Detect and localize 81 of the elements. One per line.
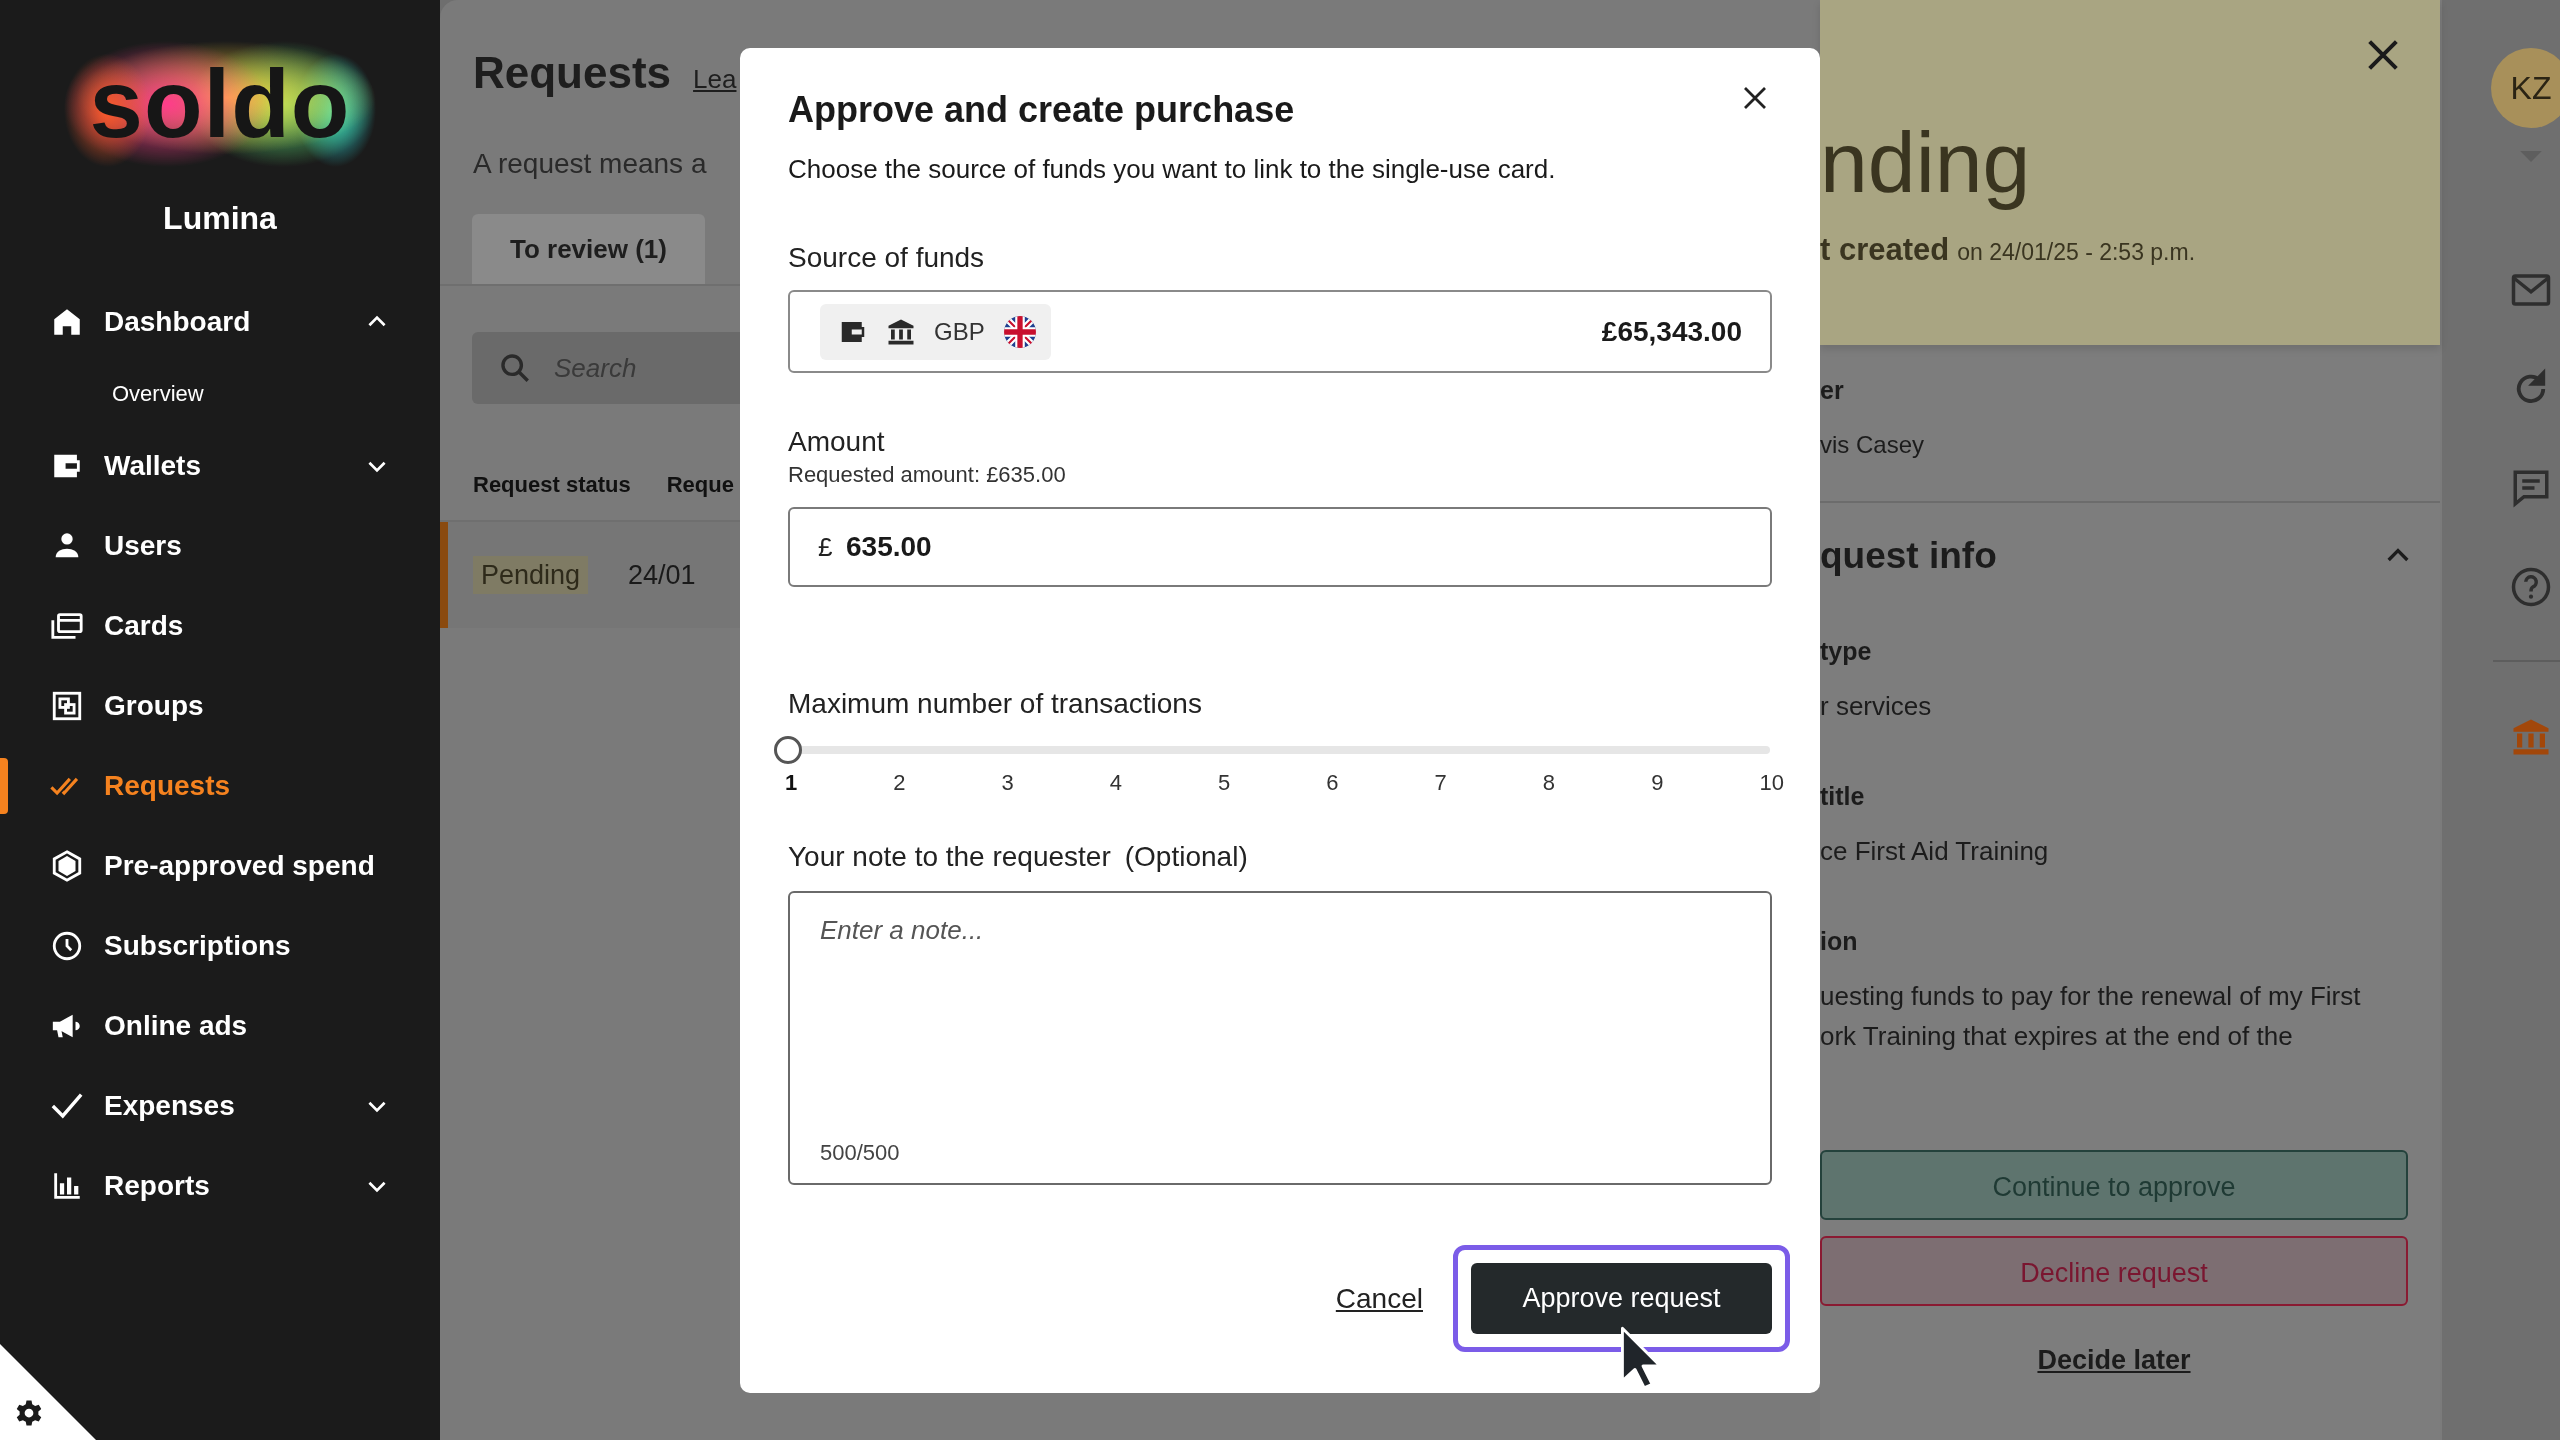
tick-label: 4 bbox=[1109, 769, 1123, 797]
nav-item[interactable]: Reports bbox=[0, 1146, 440, 1226]
field-value: r services bbox=[1820, 690, 1933, 723]
field-value: ce First Aid Training bbox=[1820, 835, 2050, 868]
nav-label: Pre-approved spend bbox=[104, 850, 376, 882]
cancel-link[interactable]: Cancel bbox=[1335, 1282, 1423, 1315]
field-label: type bbox=[1820, 636, 1873, 667]
currency-code: GBP bbox=[934, 317, 985, 346]
nav-item[interactable]: Online ads bbox=[0, 986, 440, 1066]
section-title: quest info bbox=[1820, 535, 1997, 577]
optional-label: (Optional) bbox=[1124, 840, 1248, 874]
status-title: nding bbox=[1820, 113, 2032, 212]
balance: £65,343.00 bbox=[1601, 315, 1742, 348]
field-hint: Requested amount: £635.00 bbox=[788, 461, 1067, 489]
created-date: on 24/01/25 - 2:53 p.m. bbox=[1957, 239, 2196, 265]
currency-symbol: £ bbox=[818, 531, 833, 563]
field-label: Maximum number of transactions bbox=[788, 687, 1203, 721]
tick-label: 3 bbox=[1001, 769, 1014, 797]
clock-icon bbox=[50, 929, 84, 963]
field-label: er bbox=[1820, 375, 1845, 406]
source-field[interactable]: GBP £65,343.00 bbox=[788, 290, 1772, 373]
hexagon-icon bbox=[50, 849, 84, 883]
field-label: title bbox=[1820, 781, 1866, 812]
tick-label: 2 bbox=[893, 769, 906, 797]
learn-link[interactable]: Lea bbox=[693, 64, 737, 95]
approve-button[interactable]: Approve request bbox=[1471, 1263, 1772, 1334]
decide-later-link[interactable]: Decide later bbox=[1820, 1312, 2408, 1408]
dialog-title: Approve and create purchase bbox=[788, 88, 1295, 132]
nav-item[interactable]: Requests bbox=[0, 746, 440, 826]
field-label: ion bbox=[1820, 926, 1859, 957]
tick-label: 10 bbox=[1759, 769, 1784, 797]
date-cell: 24/01 bbox=[628, 559, 696, 591]
nav-label: Subscriptions bbox=[104, 930, 292, 962]
nav-label: Cards bbox=[104, 610, 185, 642]
character-counter: 500/500 bbox=[820, 1139, 900, 1167]
field-label: Your note to the requester bbox=[788, 840, 1111, 874]
nav-label: Wallets bbox=[104, 450, 202, 482]
field-label: Amount bbox=[788, 425, 886, 459]
tick-label: 1 bbox=[785, 769, 798, 797]
page-title: Requests bbox=[473, 48, 672, 98]
nav-label: Users bbox=[104, 530, 183, 562]
page-description: A request means a bbox=[472, 147, 708, 181]
field-value: ork Training that expires at the end of the bbox=[1820, 1020, 2294, 1053]
nav-label: Groups bbox=[104, 690, 205, 722]
field-label: Source of funds bbox=[788, 241, 986, 275]
slider-track[interactable] bbox=[774, 735, 1770, 765]
created-label: t created bbox=[1820, 232, 1950, 267]
organization-name: Lumina bbox=[162, 199, 278, 238]
column-header[interactable]: Reque bbox=[666, 472, 734, 498]
nav-item[interactable]: Subscriptions bbox=[0, 906, 440, 986]
nav-label: Dashboard bbox=[104, 306, 252, 338]
nav-item[interactable]: Groups bbox=[0, 666, 440, 746]
avatar[interactable]: KZ bbox=[2491, 48, 2560, 128]
tab[interactable]: To review (1) bbox=[472, 214, 705, 284]
nav-label: Reports bbox=[104, 1170, 211, 1202]
nav-item[interactable]: Wallets bbox=[0, 426, 440, 506]
nav-label: Online ads bbox=[104, 1010, 249, 1042]
settings-icon[interactable] bbox=[14, 1398, 44, 1428]
slider-thumb[interactable] bbox=[774, 736, 802, 764]
table-row[interactable]: Pending 24/01 bbox=[440, 522, 740, 628]
column-header[interactable]: Request status bbox=[473, 472, 631, 498]
tick-label: 6 bbox=[1326, 769, 1339, 797]
nav-item[interactable]: Pre-approved spend bbox=[0, 826, 440, 906]
field-value: vis Casey bbox=[1820, 430, 1926, 460]
nav-subitem[interactable]: Overview bbox=[0, 362, 440, 426]
active-indicator bbox=[0, 758, 8, 814]
dialog-subtitle: Choose the source of funds you want to link to the single-use card. bbox=[788, 153, 1557, 186]
nav-item[interactable]: Dashboard bbox=[0, 282, 440, 362]
tick-label: 7 bbox=[1434, 769, 1447, 797]
tick-label: 9 bbox=[1651, 769, 1664, 797]
nav-label: Expenses bbox=[104, 1090, 236, 1122]
help-icon[interactable] bbox=[2510, 566, 2552, 608]
tick-label: 8 bbox=[1542, 769, 1556, 797]
nav-item[interactable]: Users bbox=[0, 506, 440, 586]
groups-icon bbox=[50, 689, 84, 723]
nav-item[interactable]: Cards bbox=[0, 586, 440, 666]
tick-label: 5 bbox=[1218, 769, 1231, 797]
status-badge: Pending bbox=[473, 555, 589, 594]
nav-item[interactable]: Expenses bbox=[0, 1066, 440, 1146]
field-value: uesting funds to pay for the renewal of my First bbox=[1820, 980, 2362, 1013]
nav-label: Requests bbox=[104, 770, 232, 802]
